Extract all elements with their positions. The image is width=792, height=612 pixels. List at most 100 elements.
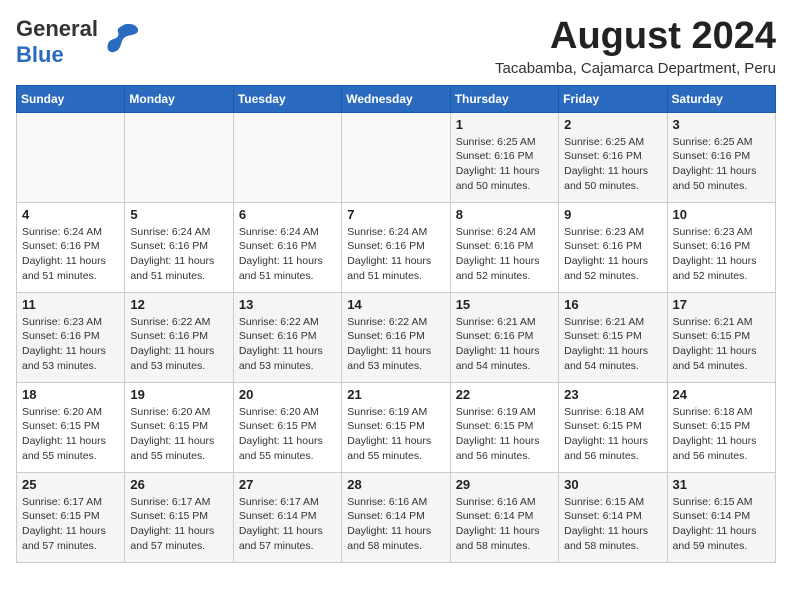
sunrise-text: Sunrise: 6:22 AM bbox=[347, 316, 427, 328]
day-number: 4 bbox=[22, 207, 119, 222]
sunrise-text: Sunrise: 6:17 AM bbox=[22, 496, 102, 508]
sunrise-text: Sunrise: 6:21 AM bbox=[456, 316, 536, 328]
page-header: General Blue August 2024 Tacabamba, Caja… bbox=[16, 16, 776, 77]
sunset-text: Sunset: 6:15 PM bbox=[239, 420, 317, 432]
logo-bird-icon bbox=[104, 22, 140, 59]
day-info: Sunrise: 6:24 AMSunset: 6:16 PMDaylight:… bbox=[130, 225, 227, 284]
calendar-cell bbox=[233, 112, 341, 202]
weekday-header-saturday: Saturday bbox=[667, 85, 775, 112]
day-info: Sunrise: 6:22 AMSunset: 6:16 PMDaylight:… bbox=[130, 315, 227, 374]
sunset-text: Sunset: 6:14 PM bbox=[347, 510, 425, 522]
sunrise-text: Sunrise: 6:25 AM bbox=[564, 136, 644, 148]
sunrise-text: Sunrise: 6:24 AM bbox=[239, 226, 319, 238]
calendar-cell: 21Sunrise: 6:19 AMSunset: 6:15 PMDayligh… bbox=[342, 382, 450, 472]
day-info: Sunrise: 6:22 AMSunset: 6:16 PMDaylight:… bbox=[347, 315, 444, 374]
daylight-text: Daylight: 11 hours and 53 minutes. bbox=[22, 345, 106, 372]
calendar-week-row: 25Sunrise: 6:17 AMSunset: 6:15 PMDayligh… bbox=[17, 472, 776, 562]
sunset-text: Sunset: 6:16 PM bbox=[456, 240, 534, 252]
day-number: 14 bbox=[347, 297, 444, 312]
daylight-text: Daylight: 11 hours and 58 minutes. bbox=[456, 525, 540, 552]
calendar-cell: 19Sunrise: 6:20 AMSunset: 6:15 PMDayligh… bbox=[125, 382, 233, 472]
calendar-cell: 29Sunrise: 6:16 AMSunset: 6:14 PMDayligh… bbox=[450, 472, 558, 562]
day-info: Sunrise: 6:20 AMSunset: 6:15 PMDaylight:… bbox=[130, 405, 227, 464]
day-info: Sunrise: 6:24 AMSunset: 6:16 PMDaylight:… bbox=[22, 225, 119, 284]
day-number: 31 bbox=[673, 477, 770, 492]
month-year-title: August 2024 bbox=[495, 16, 776, 58]
calendar-cell: 30Sunrise: 6:15 AMSunset: 6:14 PMDayligh… bbox=[559, 472, 667, 562]
sunset-text: Sunset: 6:15 PM bbox=[347, 420, 425, 432]
day-number: 6 bbox=[239, 207, 336, 222]
sunset-text: Sunset: 6:15 PM bbox=[130, 420, 208, 432]
calendar-cell: 24 Sunrise: 6:18 AMSunset: 6:15 PMDayligh… bbox=[667, 382, 775, 472]
day-info: Sunrise: 6:20 AMSunset: 6:15 PMDaylight:… bbox=[239, 405, 336, 464]
location-subtitle: Tacabamba, Cajamarca Department, Peru bbox=[495, 60, 776, 77]
day-number: 18 bbox=[22, 387, 119, 402]
calendar-cell: 7Sunrise: 6:24 AMSunset: 6:16 PMDaylight… bbox=[342, 202, 450, 292]
calendar-cell: 9Sunrise: 6:23 AMSunset: 6:16 PMDaylight… bbox=[559, 202, 667, 292]
day-number: 24 bbox=[673, 387, 770, 402]
day-info: Sunrise: 6:21 AMSunset: 6:16 PMDaylight:… bbox=[456, 315, 553, 374]
calendar-cell: 10 Sunrise: 6:23 AMSunset: 6:16 PMDayligh… bbox=[667, 202, 775, 292]
title-block: August 2024 Tacabamba, Cajamarca Departm… bbox=[495, 16, 776, 77]
daylight-text: Daylight: 11 hours and 59 minutes. bbox=[673, 525, 757, 552]
sunset-text: Sunset: 6:16 PM bbox=[22, 330, 100, 342]
sunrise-text: Sunrise: 6:23 AM bbox=[564, 226, 644, 238]
sunrise-text: Sunrise: 6:19 AM bbox=[456, 406, 536, 418]
calendar-week-row: 18Sunrise: 6:20 AMSunset: 6:15 PMDayligh… bbox=[17, 382, 776, 472]
day-info: Sunrise: 6:15 AMSunset: 6:14 PMDaylight:… bbox=[564, 495, 661, 554]
day-number: 3 bbox=[673, 117, 770, 132]
calendar-cell: 28Sunrise: 6:16 AMSunset: 6:14 PMDayligh… bbox=[342, 472, 450, 562]
daylight-text: Daylight: 11 hours and 51 minutes. bbox=[239, 255, 323, 282]
sunrise-text: Sunrise: 6:20 AM bbox=[130, 406, 210, 418]
calendar-cell: 3 Sunrise: 6:25 AMSunset: 6:16 PMDaylight… bbox=[667, 112, 775, 202]
sunrise-text: Sunrise: 6:17 AM bbox=[130, 496, 210, 508]
calendar-cell: 2Sunrise: 6:25 AMSunset: 6:16 PMDaylight… bbox=[559, 112, 667, 202]
calendar-cell: 25Sunrise: 6:17 AMSunset: 6:15 PMDayligh… bbox=[17, 472, 125, 562]
sunset-text: Sunset: 6:16 PM bbox=[564, 240, 642, 252]
day-number: 16 bbox=[564, 297, 661, 312]
day-info: Sunrise: 6:17 AMSunset: 6:15 PMDaylight:… bbox=[22, 495, 119, 554]
daylight-text: Daylight: 11 hours and 56 minutes. bbox=[456, 435, 540, 462]
sunrise-text: Sunrise: 6:17 AM bbox=[239, 496, 319, 508]
day-info: Sunrise: 6:25 AMSunset: 6:16 PMDaylight:… bbox=[673, 135, 770, 194]
day-info: Sunrise: 6:24 AMSunset: 6:16 PMDaylight:… bbox=[239, 225, 336, 284]
calendar-cell: 23Sunrise: 6:18 AMSunset: 6:15 PMDayligh… bbox=[559, 382, 667, 472]
sunrise-text: Sunrise: 6:24 AM bbox=[347, 226, 427, 238]
daylight-text: Daylight: 11 hours and 52 minutes. bbox=[456, 255, 540, 282]
sunset-text: Sunset: 6:14 PM bbox=[673, 510, 751, 522]
day-info: Sunrise: 6:24 AMSunset: 6:16 PMDaylight:… bbox=[456, 225, 553, 284]
calendar-cell bbox=[17, 112, 125, 202]
day-info: Sunrise: 6:25 AMSunset: 6:16 PMDaylight:… bbox=[456, 135, 553, 194]
daylight-text: Daylight: 11 hours and 50 minutes. bbox=[456, 165, 540, 192]
calendar-cell: 5 Sunrise: 6:24 AMSunset: 6:16 PMDaylight… bbox=[125, 202, 233, 292]
day-info: Sunrise: 6:24 AMSunset: 6:16 PMDaylight:… bbox=[347, 225, 444, 284]
weekday-header-thursday: Thursday bbox=[450, 85, 558, 112]
sunset-text: Sunset: 6:16 PM bbox=[456, 150, 534, 162]
day-info: Sunrise: 6:19 AMSunset: 6:15 PMDaylight:… bbox=[456, 405, 553, 464]
logo-blue: Blue bbox=[16, 42, 64, 67]
sunrise-text: Sunrise: 6:18 AM bbox=[564, 406, 644, 418]
day-info: Sunrise: 6:15 AMSunset: 6:14 PMDaylight:… bbox=[673, 495, 770, 554]
sunrise-text: Sunrise: 6:18 AM bbox=[673, 406, 753, 418]
calendar-week-row: 4Sunrise: 6:24 AMSunset: 6:16 PMDaylight… bbox=[17, 202, 776, 292]
calendar-cell: 27Sunrise: 6:17 AMSunset: 6:14 PMDayligh… bbox=[233, 472, 341, 562]
day-number: 29 bbox=[456, 477, 553, 492]
sunset-text: Sunset: 6:14 PM bbox=[456, 510, 534, 522]
day-number: 9 bbox=[564, 207, 661, 222]
day-number: 10 bbox=[673, 207, 770, 222]
calendar-cell: 12Sunrise: 6:22 AMSunset: 6:16 PMDayligh… bbox=[125, 292, 233, 382]
day-info: Sunrise: 6:18 AMSunset: 6:15 PMDaylight:… bbox=[673, 405, 770, 464]
calendar-cell: 20Sunrise: 6:20 AMSunset: 6:15 PMDayligh… bbox=[233, 382, 341, 472]
calendar-cell: 11Sunrise: 6:23 AMSunset: 6:16 PMDayligh… bbox=[17, 292, 125, 382]
sunrise-text: Sunrise: 6:22 AM bbox=[130, 316, 210, 328]
sunrise-text: Sunrise: 6:25 AM bbox=[673, 136, 753, 148]
sunrise-text: Sunrise: 6:16 AM bbox=[347, 496, 427, 508]
day-info: Sunrise: 6:21 AMSunset: 6:15 PMDaylight:… bbox=[564, 315, 661, 374]
sunset-text: Sunset: 6:16 PM bbox=[347, 240, 425, 252]
day-number: 5 bbox=[130, 207, 227, 222]
calendar-week-row: 1Sunrise: 6:25 AMSunset: 6:16 PMDaylight… bbox=[17, 112, 776, 202]
sunset-text: Sunset: 6:15 PM bbox=[22, 510, 100, 522]
sunrise-text: Sunrise: 6:19 AM bbox=[347, 406, 427, 418]
calendar-cell: 1Sunrise: 6:25 AMSunset: 6:16 PMDaylight… bbox=[450, 112, 558, 202]
day-info: Sunrise: 6:23 AMSunset: 6:16 PMDaylight:… bbox=[673, 225, 770, 284]
